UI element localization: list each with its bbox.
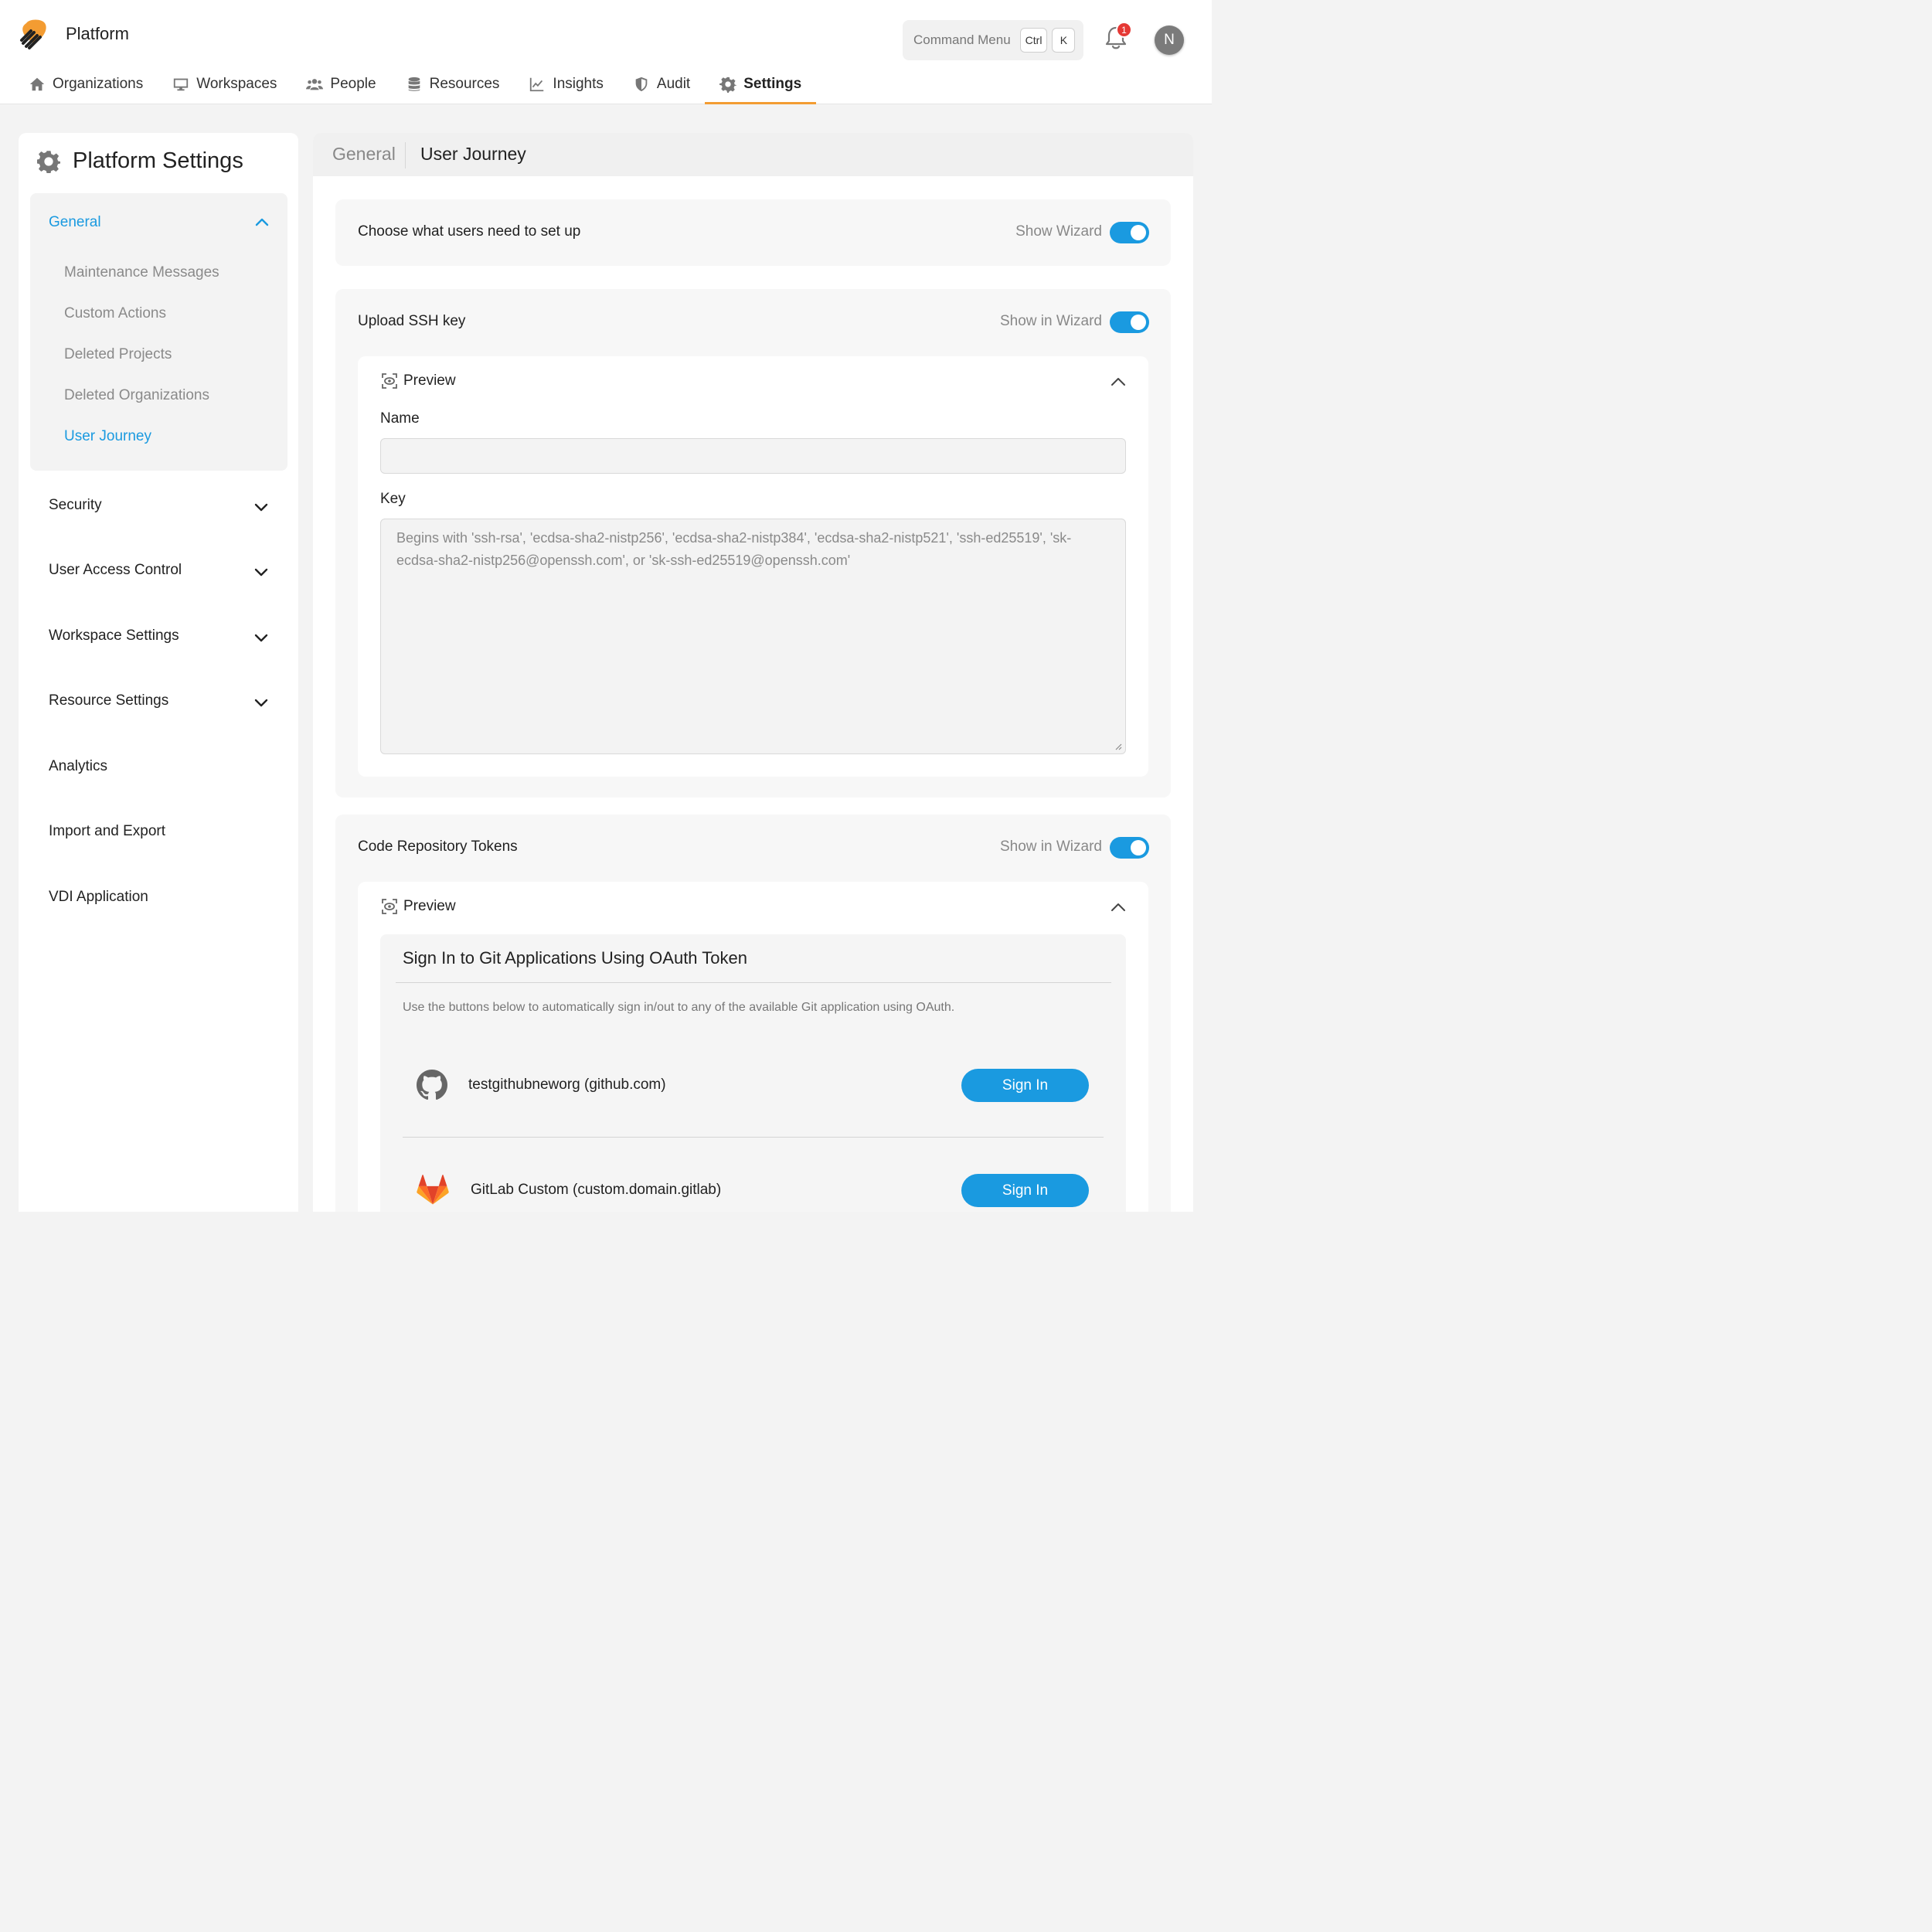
ssh-key-placeholder: Begins with 'ssh-rsa', 'ecdsa-sha2-nistp… [396,530,1072,568]
sidebar-title-text: Platform Settings [73,148,243,173]
preview-icon [382,373,397,389]
oauth-description: Use the buttons below to automatically s… [403,1001,955,1014]
database-icon [408,77,420,91]
ssh-show-in-wizard-toggle[interactable] [1110,311,1149,333]
nav-label: Audit [656,76,691,92]
sidebar-item-user-journey[interactable]: User Journey [64,428,151,445]
ssh-key-card: Upload SSH key Show in Wizard Preview Na… [335,289,1171,798]
show-in-wizard-label: Show in Wizard [1000,838,1102,855]
chevron-down-icon[interactable] [253,499,269,515]
monitor-icon [174,78,189,91]
sidebar-item-resource-settings[interactable]: Resource Settings [49,692,168,709]
preview-label: Preview [403,898,456,914]
ssh-name-input[interactable] [380,438,1126,474]
sidebar-item-deleted-organizations[interactable]: Deleted Organizations [64,387,209,404]
nav-label: Organizations [53,76,144,92]
key-label: Key [380,491,406,507]
app-title[interactable]: Platform [66,24,129,44]
show-wizard-label: Show Wizard [1015,223,1102,240]
gear-icon [37,150,60,173]
settings-sidebar: Platform Settings General Maintenance Me… [19,133,298,1212]
nav-audit[interactable]: Audit [618,65,705,104]
preview-label: Preview [403,372,456,389]
nav-people[interactable]: People [291,65,390,104]
chevron-down-icon[interactable] [253,630,269,645]
gitlab-sign-in-button[interactable]: Sign In [961,1174,1089,1207]
chevron-up-icon[interactable] [1110,899,1127,916]
resize-handle-icon[interactable] [1114,743,1122,750]
main-nav: Organizations Workspaces People Resource… [14,65,817,104]
preview-icon [382,899,397,914]
divider [403,1137,1104,1138]
ssh-key-title: Upload SSH key [358,313,466,329]
sidebar-item-analytics[interactable]: Analytics [49,758,107,775]
nav-label: Workspaces [196,76,277,92]
sidebar-item-security[interactable]: Security [49,497,102,514]
tab-general[interactable]: General [332,144,396,165]
sidebar-item-workspace-settings[interactable]: Workspace Settings [49,628,179,645]
sidebar-item-deleted-projects[interactable]: Deleted Projects [64,346,172,363]
setup-title: Choose what users need to set up [358,223,581,240]
setup-card: Choose what users need to set up Show Wi… [335,199,1171,266]
gitlab-icon [417,1175,449,1205]
home-icon [29,77,45,91]
chart-line-icon [530,77,544,92]
chevron-up-icon[interactable] [1110,373,1127,390]
platform-logo-icon[interactable] [19,17,49,51]
chevron-down-icon[interactable] [253,695,269,710]
tokens-title: Code Repository Tokens [358,838,518,855]
sidebar-item-custom-actions[interactable]: Custom Actions [64,305,166,322]
nav-insights[interactable]: Insights [514,65,617,104]
settings-tabs: General User Journey [313,133,1193,176]
chevron-down-icon[interactable] [253,564,269,580]
sidebar-item-maintenance-messages[interactable]: Maintenance Messages [64,264,219,281]
command-menu-button[interactable]: Command Menu Ctrl K [903,20,1083,60]
ssh-key-textarea[interactable]: Begins with 'ssh-rsa', 'ecdsa-sha2-nistp… [380,519,1126,754]
ssh-preview-panel: Preview Name Key Begins with 'ssh-rsa', … [358,356,1148,777]
top-header: Platform Command Menu Ctrl K 1 N Organiz… [0,0,1212,104]
tokens-preview-panel: Preview Sign In to Git Applications Usin… [358,882,1148,1212]
oauth-title: Sign In to Git Applications Using OAuth … [403,948,747,968]
tokens-show-in-wizard-toggle[interactable] [1110,837,1149,859]
nav-label: People [330,76,376,92]
nav-workspaces[interactable]: Workspaces [158,65,291,104]
github-provider-name: testgithubneworg (github.com) [468,1077,666,1093]
people-icon [306,79,324,90]
show-wizard-toggle[interactable] [1110,222,1149,243]
preview-header[interactable]: Preview [381,372,456,389]
k-key: K [1052,28,1076,53]
nav-label: Insights [553,76,604,92]
github-sign-in-button[interactable]: Sign In [961,1069,1089,1102]
nav-label: Settings [743,76,802,92]
ctrl-key: Ctrl [1019,28,1048,53]
nav-settings[interactable]: Settings [705,65,817,104]
nav-resources[interactable]: Resources [391,65,515,104]
tab-divider [405,142,406,168]
sidebar-group-general: General Maintenance Messages Custom Acti… [30,193,287,471]
shield-icon [635,77,648,92]
sidebar-item-vdi-application[interactable]: VDI Application [49,889,148,906]
tab-user-journey[interactable]: User Journey [420,144,526,165]
chevron-up-icon[interactable] [254,215,270,230]
code-repository-tokens-card: Code Repository Tokens Show in Wizard Pr… [335,815,1171,1212]
notification-badge: 1 [1116,22,1132,38]
name-label: Name [380,410,420,427]
sidebar-item-user-access-control[interactable]: User Access Control [49,562,182,579]
sidebar-title: Platform Settings [37,148,243,174]
show-in-wizard-label: Show in Wizard [1000,313,1102,329]
github-icon [417,1070,447,1100]
main-panel: General User Journey Choose what users n… [313,133,1193,1212]
oauth-signin-box: Sign In to Git Applications Using OAuth … [380,934,1126,1212]
nav-label: Resources [429,76,500,92]
divider [396,982,1111,983]
gear-icon [719,77,737,93]
user-avatar[interactable]: N [1155,26,1184,55]
gitlab-provider-name: GitLab Custom (custom.domain.gitlab) [471,1182,722,1198]
preview-header[interactable]: Preview [381,898,456,915]
command-menu-label: Command Menu [913,32,1011,47]
nav-organizations[interactable]: Organizations [14,65,158,104]
sidebar-item-import-export[interactable]: Import and Export [49,823,165,840]
sidebar-item-general[interactable]: General [49,214,101,231]
